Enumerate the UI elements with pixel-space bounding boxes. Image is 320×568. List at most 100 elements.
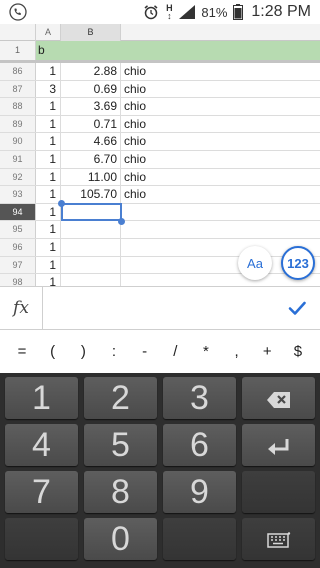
cell-b[interactable]: 2.88 [61,63,121,80]
symbol-key-plus[interactable]: + [253,343,281,360]
select-all-corner[interactable] [0,24,36,41]
cell-b[interactable]: 11.00 [61,168,121,186]
blank-key [5,518,78,560]
enter-icon [267,439,288,455]
cell-a[interactable]: 1 [36,115,61,133]
column-header-b[interactable]: B [61,24,121,41]
cell-a[interactable]: 1 [36,221,61,238]
cell-b[interactable]: 0.71 [61,115,121,133]
key-5[interactable]: 5 [84,424,157,466]
cell-c[interactable]: chio [124,186,146,203]
signal-strength-icon [179,5,196,19]
cell-a[interactable]: 3 [36,80,61,98]
text-format-button[interactable]: Aa [238,246,272,280]
cell-a[interactable]: 1 [36,133,61,150]
symbol-key-minus[interactable]: - [131,343,159,360]
table-row: 86 1 2.88 chio [0,63,320,81]
cell-b[interactable]: 6.70 [61,151,121,168]
checkmark-icon[interactable] [284,295,310,321]
cell-c[interactable]: chio [124,98,146,115]
cell-b[interactable]: 105.70 [61,186,121,203]
cell-b[interactable] [61,239,121,256]
cell-b[interactable]: 0.69 [61,80,121,98]
cell-c[interactable]: chio [124,133,146,150]
enter-key[interactable] [242,424,315,466]
key-7[interactable]: 7 [5,471,78,513]
cell-a[interactable]: 1 [36,186,61,203]
table-row: 95 1 [0,221,320,239]
cell-b[interactable]: 3.69 [61,98,121,115]
cell-a[interactable]: 1 [36,63,61,80]
selection-handle-bottom-right[interactable] [118,217,125,225]
key-8[interactable]: 8 [84,471,157,513]
row-number[interactable]: 93 [0,186,36,203]
cell-a[interactable]: 1 [36,98,61,115]
selection-handle-top-left[interactable] [58,199,65,207]
blank-key [242,471,315,513]
key-0[interactable]: 0 [84,518,157,560]
table-row: 96 1 [0,239,320,257]
column-header-row: A B [0,24,320,41]
cell-a1[interactable]: b [38,41,45,60]
row-number[interactable]: 92 [0,168,36,186]
key-2[interactable]: 2 [84,377,157,419]
cell-a[interactable]: 1 [36,203,61,221]
cell-a[interactable]: 1 [36,151,61,168]
cell-a[interactable]: 1 [36,239,61,256]
key-1[interactable]: 1 [5,377,78,419]
cell-a[interactable]: 1 [36,274,61,286]
row-number[interactable]: 98 [0,274,36,286]
row-number[interactable]: 95 [0,221,36,238]
cell-c[interactable]: chio [124,169,146,186]
formula-input[interactable] [44,287,274,329]
row-number-selected[interactable]: 94 [0,203,36,221]
cell-c[interactable]: chio [124,116,146,133]
cell-b[interactable] [61,256,121,274]
formula-bar: fx [0,286,320,330]
row-number[interactable]: 88 [0,98,36,115]
row-number[interactable]: 89 [0,115,36,133]
backspace-icon [266,392,290,408]
spreadsheet-grid[interactable]: A B 1 b 86 1 2.88 chio 87 3 0.69 chio 88… [0,24,320,286]
key-4[interactable]: 4 [5,424,78,466]
keyboard-icon [266,532,290,548]
symbol-key-close-paren[interactable]: ) [69,343,97,360]
row-number[interactable]: 90 [0,133,36,150]
table-row: 92 1 11.00 chio [0,168,320,187]
cell-c[interactable]: chio [124,151,146,168]
row-number[interactable]: 91 [0,151,36,168]
row-number[interactable]: 96 [0,239,36,256]
cell-b[interactable] [61,274,121,286]
symbol-key-colon[interactable]: : [100,343,128,360]
cell-a[interactable]: 1 [36,256,61,274]
keyboard-switch-key[interactable] [242,518,315,560]
blank-key [163,518,236,560]
row-number[interactable]: 87 [0,80,36,98]
row-number[interactable]: 97 [0,256,36,274]
cell-b[interactable] [61,221,121,238]
phone-call-icon [9,3,27,21]
row-number[interactable]: 86 [0,63,36,80]
symbol-key-asterisk[interactable]: * [192,343,220,360]
battery-icon [233,4,244,20]
cell-b-selected[interactable] [61,203,121,221]
key-3[interactable]: 3 [163,377,236,419]
table-row: 93 1 105.70 chio [0,186,320,204]
key-9[interactable]: 9 [163,471,236,513]
column-header-a[interactable]: A [36,24,61,41]
cell-a[interactable]: 1 [36,168,61,186]
symbol-key-slash[interactable]: / [161,343,189,360]
number-keyboard-button[interactable]: 123 [281,246,315,280]
cell-b[interactable]: 4.66 [61,133,121,150]
column-header-c[interactable] [121,24,320,41]
key-6[interactable]: 6 [163,424,236,466]
backspace-key[interactable] [242,377,315,419]
symbol-row: = ( ) : - / * , + $ [0,330,320,373]
cell-c[interactable]: chio [124,63,146,80]
symbol-key-equals[interactable]: = [8,343,36,360]
cell-c[interactable]: chio [124,81,146,98]
symbol-key-comma[interactable]: , [223,343,251,360]
symbol-key-dollar[interactable]: $ [284,343,312,360]
row-number[interactable]: 1 [0,41,36,60]
symbol-key-open-paren[interactable]: ( [39,343,67,360]
